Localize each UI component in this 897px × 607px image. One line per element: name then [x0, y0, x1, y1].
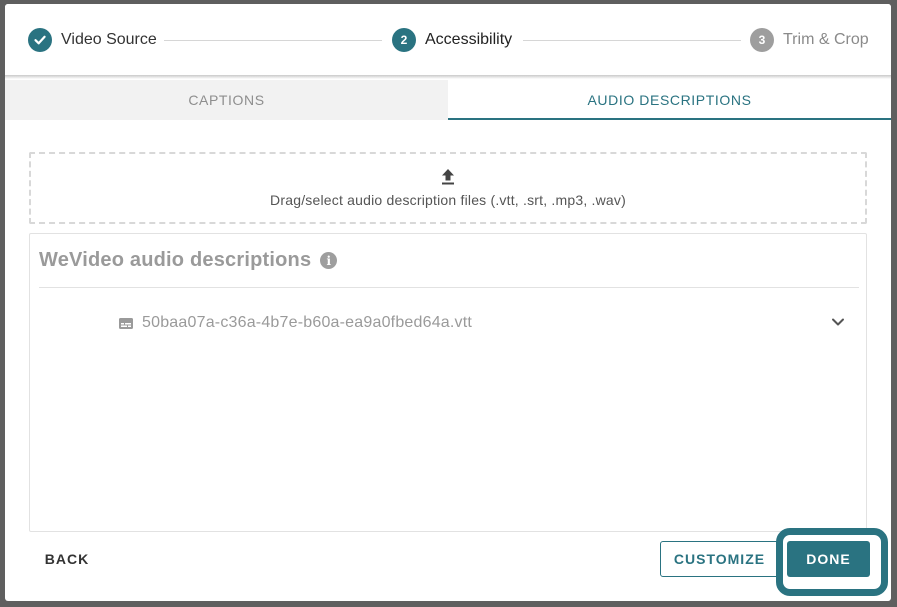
- file-name: 50baa07a-c36a-4b7e-b60a-ea9a0fbed64a.vtt: [142, 314, 473, 331]
- step-video-source[interactable]: Video Source: [28, 28, 157, 52]
- accessibility-dialog: Video Source 2 Accessibility 3 Trim & Cr…: [5, 4, 891, 601]
- step-label: Trim & Crop: [783, 31, 869, 48]
- step-trim-crop[interactable]: 3 Trim & Crop: [750, 28, 869, 52]
- step-label: Accessibility: [425, 31, 513, 48]
- panel-header: WeVideo audio descriptions i: [39, 249, 338, 272]
- tab-bar: CAPTIONS AUDIO DESCRIPTIONS: [5, 80, 891, 120]
- back-button[interactable]: BACK: [35, 544, 99, 574]
- panel-title: WeVideo audio descriptions: [39, 249, 312, 271]
- audio-descriptions-panel: WeVideo audio descriptions i 50baa07a-c3…: [29, 233, 867, 532]
- subtitles-icon: [119, 317, 133, 329]
- file-row[interactable]: 50baa07a-c36a-4b7e-b60a-ea9a0fbed64a.vtt: [39, 308, 859, 338]
- upload-instructions: Drag/select audio description files (.vt…: [270, 192, 626, 208]
- divider: [39, 287, 859, 288]
- done-button[interactable]: DONE: [787, 541, 870, 577]
- step-connector: [523, 40, 741, 41]
- stepper-shadow: [5, 75, 891, 79]
- info-icon[interactable]: i: [320, 252, 338, 269]
- upload-dropzone[interactable]: Drag/select audio description files (.vt…: [29, 152, 867, 224]
- stepper: Video Source 2 Accessibility 3 Trim & Cr…: [5, 4, 891, 76]
- chevron-down-icon[interactable]: [831, 317, 845, 327]
- tab-audio-descriptions[interactable]: AUDIO DESCRIPTIONS: [448, 80, 891, 120]
- customize-button[interactable]: CUSTOMIZE: [660, 541, 779, 577]
- step-label: Video Source: [61, 31, 157, 48]
- step-connector: [164, 40, 382, 41]
- step-number: 3: [750, 28, 774, 52]
- tab-captions[interactable]: CAPTIONS: [5, 80, 448, 120]
- check-icon: [28, 28, 52, 52]
- step-accessibility[interactable]: 2 Accessibility: [392, 28, 512, 52]
- upload-icon: [442, 169, 454, 185]
- step-number: 2: [392, 28, 416, 52]
